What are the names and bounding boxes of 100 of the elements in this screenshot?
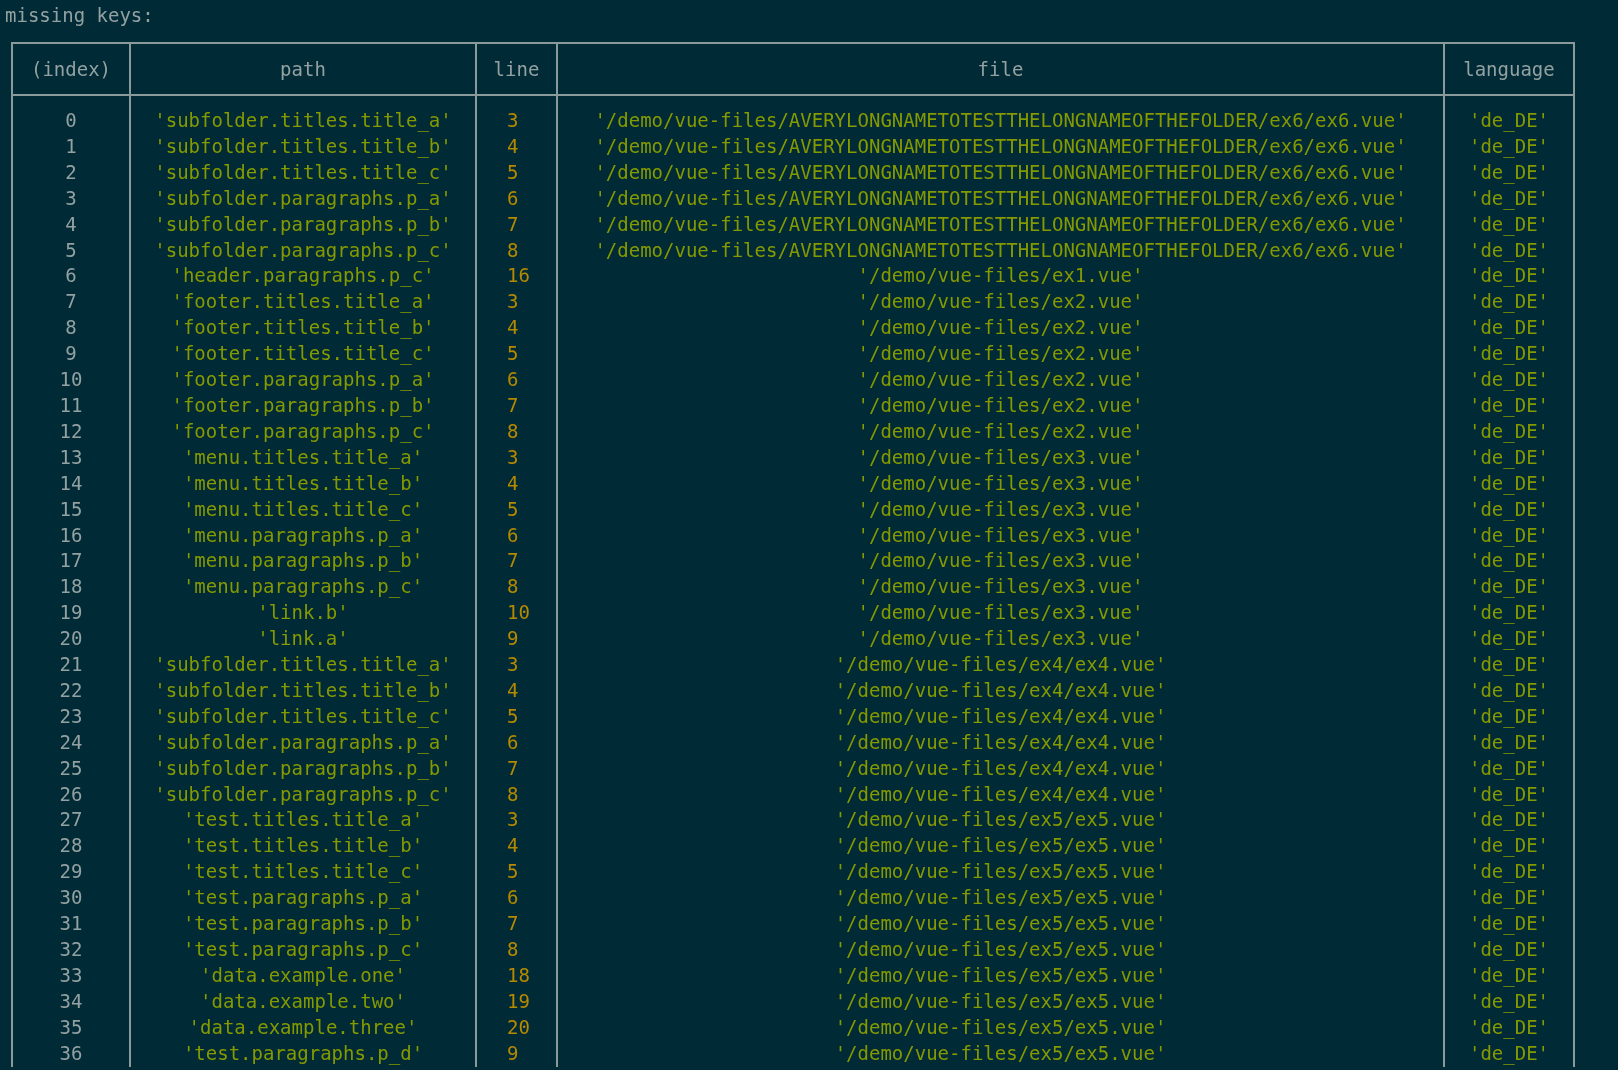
table-cell: 'de_DE' bbox=[1468, 937, 1550, 963]
table-cell-text: 3 bbox=[507, 289, 519, 315]
table-cell-text: 8 bbox=[507, 937, 519, 962]
table-cell: 'subfolder.titles.title_b' bbox=[154, 133, 452, 160]
table-cell-text: 30 bbox=[59, 885, 83, 911]
table-cell-text: '/demo/vue-files/ex1.vue' bbox=[857, 263, 1144, 289]
table-cell-text: '/demo/vue-files/ex2.vue' bbox=[857, 341, 1144, 367]
table-cell: 'subfolder.paragraphs.p_c' bbox=[154, 237, 452, 264]
table-cell: 'de_DE' bbox=[1468, 962, 1550, 989]
column-header: line bbox=[476, 43, 557, 95]
table-cell-text: '/demo/vue-files/AVERYLONGNAMETOTESTTHELONGNAMEOFTHEFOLDER/ex6/ex6.vue' bbox=[594, 108, 1407, 133]
table-cell: 'subfolder.paragraphs.p_a' bbox=[154, 729, 452, 756]
table-cell-text: 20 bbox=[59, 626, 83, 652]
table-cell-text: 3 bbox=[507, 807, 519, 833]
table-cell: 'de_DE' bbox=[1468, 444, 1550, 471]
table-cell: 'de_DE' bbox=[1468, 522, 1550, 549]
table-cell-text: 'de_DE' bbox=[1468, 341, 1550, 367]
table-cell: 'de_DE' bbox=[1468, 108, 1550, 134]
table-cell-text: 34 bbox=[59, 988, 83, 1014]
table-cell-text: '/demo/vue-files/ex3.vue' bbox=[857, 574, 1144, 600]
table-cell: 'de_DE' bbox=[1468, 418, 1550, 445]
table-cell-text: 'test.titles.title_b' bbox=[182, 833, 424, 859]
table-cell-text: 29 bbox=[59, 859, 83, 885]
table-cell-text: 32 bbox=[59, 937, 83, 962]
table-cell: 3 bbox=[507, 652, 519, 678]
table-cell-text: '/demo/vue-files/ex4/ex4.vue' bbox=[834, 703, 1167, 729]
table-cell-text: 4 bbox=[65, 211, 77, 237]
table-cell: 'test.paragraphs.p_d' bbox=[182, 1040, 424, 1067]
table-cell-text: 'de_DE' bbox=[1468, 315, 1550, 341]
table-cell-text: '/demo/vue-files/ex3.vue' bbox=[857, 444, 1144, 470]
table-cell: 'test.paragraphs.p_b' bbox=[182, 911, 424, 937]
table-cell-text: '/demo/vue-files/AVERYLONGNAMETOTESTTHELONGNAMEOFTHEFOLDER/ex6/ex6.vue' bbox=[594, 211, 1407, 237]
table-cell-text: 25 bbox=[59, 755, 83, 781]
table-cell: 'de_DE' bbox=[1468, 159, 1550, 186]
table-cell-text: 5 bbox=[65, 237, 77, 263]
table-cell-text: 'menu.paragraphs.p_b' bbox=[182, 548, 424, 574]
table-cell-text: 7 bbox=[507, 548, 519, 574]
table-cell-text: '/demo/vue-files/ex5/ex5.vue' bbox=[834, 937, 1167, 962]
table-cell: 10 bbox=[59, 367, 83, 393]
table-cell: 'subfolder.paragraphs.p_b' bbox=[154, 755, 452, 782]
table-cell: '/demo/vue-files/ex2.vue' bbox=[857, 367, 1144, 393]
table-cell: 'de_DE' bbox=[1468, 781, 1550, 808]
table-cell-text: '/demo/vue-files/ex3.vue' bbox=[857, 496, 1144, 522]
column-header: file bbox=[557, 43, 1444, 95]
table-cell: 'de_DE' bbox=[1468, 185, 1550, 212]
table-cell: 'de_DE' bbox=[1468, 496, 1550, 523]
table-cell-text: 8 bbox=[507, 237, 519, 263]
table-cell: 'de_DE' bbox=[1468, 911, 1550, 937]
column-header: path bbox=[130, 43, 476, 95]
table-cell-text: 2 bbox=[65, 159, 77, 185]
table-cell: 'subfolder.paragraphs.p_a' bbox=[154, 185, 452, 212]
table-cell-text: 7 bbox=[507, 392, 519, 418]
table-cell-text: 8 bbox=[507, 574, 519, 600]
table-cell-text: 19 bbox=[507, 988, 530, 1014]
table-cell-text: '/demo/vue-files/ex4/ex4.vue' bbox=[834, 677, 1167, 703]
table-cell-text: 10 bbox=[507, 600, 530, 626]
table-cell-text: 35 bbox=[59, 1014, 83, 1040]
table-cell-text: 9 bbox=[507, 1040, 519, 1066]
table-cell-text: '/demo/vue-files/AVERYLONGNAMETOTESTTHELONGNAMEOFTHEFOLDER/ex6/ex6.vue' bbox=[594, 159, 1407, 185]
table-cell: '/demo/vue-files/ex5/ex5.vue' bbox=[834, 911, 1167, 937]
table-cell: 21 bbox=[59, 652, 83, 678]
table-cell-text: '/demo/vue-files/ex3.vue' bbox=[857, 548, 1144, 574]
table-cell-text: '/demo/vue-files/ex2.vue' bbox=[857, 392, 1144, 418]
table-cell-text: '/demo/vue-files/ex3.vue' bbox=[857, 626, 1144, 652]
table-cell: 'subfolder.titles.title_c' bbox=[154, 703, 452, 730]
table-cell-text: 'link.a' bbox=[257, 626, 349, 652]
table-cell-text: '/demo/vue-files/ex3.vue' bbox=[857, 600, 1144, 626]
table-cell-text: 'header.paragraphs.p_c' bbox=[171, 263, 435, 289]
table-cell-text: 'data.example.one' bbox=[200, 962, 406, 988]
column-header: language bbox=[1444, 43, 1574, 95]
table-cell-text: 11 bbox=[59, 392, 83, 418]
table-cell-text: 26 bbox=[59, 781, 83, 807]
table-cell-text: 'de_DE' bbox=[1468, 263, 1550, 289]
column-header: (index) bbox=[12, 43, 130, 95]
table-cell-text: 'menu.paragraphs.p_c' bbox=[182, 574, 424, 600]
table-cell-text: 3 bbox=[65, 185, 77, 211]
table-cell-text: '/demo/vue-files/ex5/ex5.vue' bbox=[834, 885, 1167, 911]
table-cell: '/demo/vue-files/ex4/ex4.vue' bbox=[834, 652, 1167, 678]
table-cell-text: 7 bbox=[507, 755, 519, 781]
table-cell: 'menu.paragraphs.p_a' bbox=[182, 522, 424, 549]
table-cell-text: 24 bbox=[59, 729, 83, 755]
table-cell-text: 27 bbox=[59, 807, 83, 833]
table-cell-text: 'de_DE' bbox=[1468, 574, 1550, 600]
table-cell-text: 6 bbox=[65, 263, 77, 289]
table-cell: 'subfolder.titles.title_b' bbox=[154, 677, 452, 704]
table-cell: 'test.paragraphs.p_c' bbox=[182, 937, 424, 963]
table-cell-text: 6 bbox=[507, 885, 519, 911]
table-cell: 'subfolder.paragraphs.p_c' bbox=[154, 781, 452, 808]
table-cell-text: 7 bbox=[507, 211, 519, 237]
table-cell: 7 bbox=[507, 911, 519, 937]
table-cell-text: '/demo/vue-files/ex3.vue' bbox=[857, 470, 1144, 496]
table-cell: 6 bbox=[507, 367, 519, 393]
table-cell-text: 7 bbox=[65, 289, 77, 315]
table-cell-text: '/demo/vue-files/AVERYLONGNAMETOTESTTHELONGNAMEOFTHEFOLDER/ex6/ex6.vue' bbox=[594, 133, 1407, 159]
table-cell-text: 3 bbox=[507, 444, 519, 470]
table-cell-text: 'data.example.two' bbox=[200, 988, 406, 1014]
table-cell: 'menu.titles.title_c' bbox=[182, 496, 424, 523]
table-cell: 'menu.titles.title_b' bbox=[182, 470, 424, 497]
table-cell-text: 8 bbox=[507, 418, 519, 444]
table-cell-text: 14 bbox=[59, 470, 83, 496]
